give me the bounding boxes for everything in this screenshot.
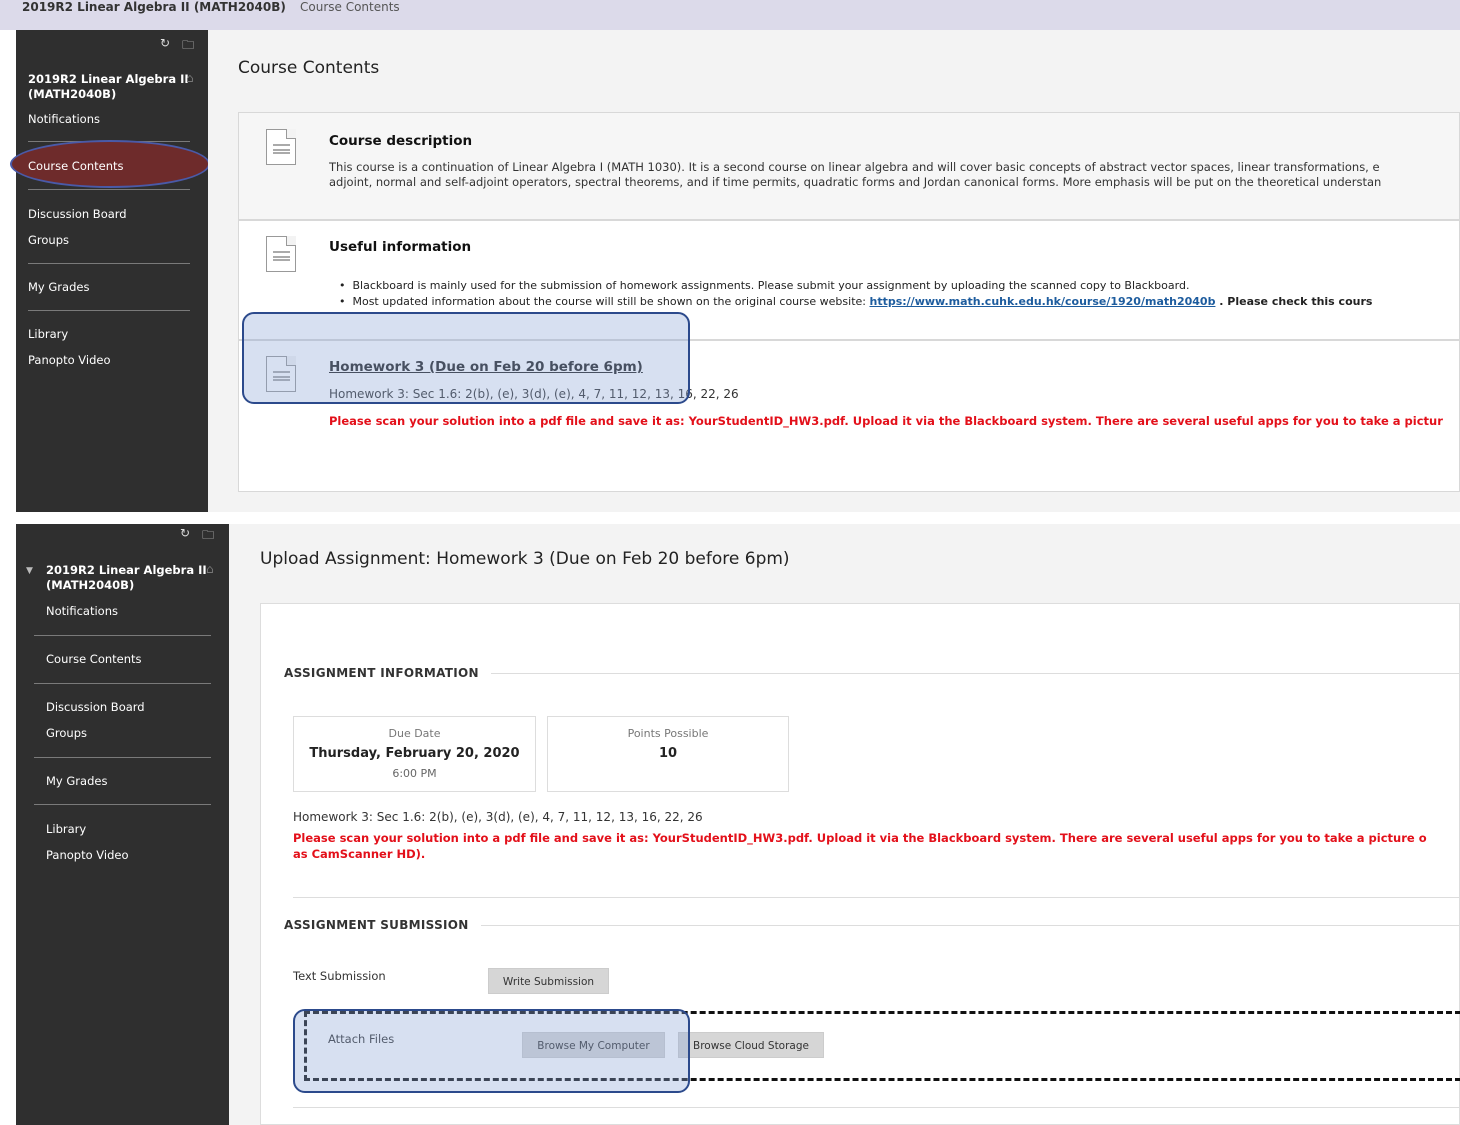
section-divider [293,897,1460,898]
item-description-line2: adjoint, normal and self-adjoint operato… [329,175,1382,189]
refresh-icon[interactable]: ↻ [180,526,190,547]
sidebar-divider [34,635,211,636]
due-date-label: Due Date [388,727,441,740]
sidebar-divider [34,683,211,684]
item-heading[interactable]: Useful information [329,239,471,255]
attach-files-highlight [293,1009,690,1093]
sidebar-item-library[interactable]: Library [28,327,68,341]
home-icon[interactable]: ⌂ [186,71,194,85]
sidebar-item-course-contents[interactable]: Course Contents [28,159,124,173]
sidebar-tools: ↻ 🗀 [160,36,194,57]
upload-form: ASSIGNMENT INFORMATION Due Date Thursday… [260,603,1460,1125]
due-date-value: Thursday, February 20, 2020 [309,746,520,761]
assignment-submission-heading: ASSIGNMENT SUBMISSION [284,918,1460,932]
write-submission-button[interactable]: Write Submission [488,968,609,994]
assignment-instruction-line2: as CamScanner HD). [293,847,426,861]
document-icon [266,236,296,272]
upload-page-title: Upload Assignment: Homework 3 (Due on Fe… [260,549,790,569]
course-title-line1: 2019R2 Linear Algebra II [28,72,189,86]
course-title-line2: (MATH2040B) [46,578,135,592]
sidebar-course-title[interactable]: 2019R2 Linear Algebra II (MATH2040B) [28,72,189,102]
text-submission-label: Text Submission [293,969,386,983]
sidebar-item-library[interactable]: Library [46,822,86,836]
section-divider [293,1107,1460,1108]
sidebar-item-course-contents[interactable]: Course Contents [46,652,142,666]
sidebar-divider [28,189,190,190]
sidebar-item-panopto-video[interactable]: Panopto Video [46,848,129,862]
course-contents-panel: Course Contents Course description This … [208,30,1460,512]
section-rule [490,672,1460,674]
top-breadcrumb-bar: 2019R2 Linear Algebra II (MATH2040B) Cou… [0,0,1460,30]
refresh-icon[interactable]: ↻ [160,36,170,57]
item-heading[interactable]: Course description [329,133,472,149]
sidebar-item-notifications[interactable]: Notifications [46,604,118,618]
sidebar-tools: ↻ 🗀 [180,526,214,547]
assignment-instruction-line1: Please scan your solution into a pdf fil… [293,831,1427,845]
sidebar-item-panopto-video[interactable]: Panopto Video [28,353,111,367]
sidebar-course-title[interactable]: 2019R2 Linear Algebra II (MATH2040B) [46,563,207,593]
bullet-text: Blackboard is mainly used for the submis… [352,279,1190,292]
section-title: ASSIGNMENT INFORMATION [284,666,479,680]
section-rule [480,924,1460,926]
assignment-detail: Homework 3: Sec 1.6: 2(b), (e), 3(d), (e… [293,810,703,824]
due-time-value: 6:00 PM [392,767,437,780]
sidebar-item-groups[interactable]: Groups [28,233,69,247]
folder-icon[interactable]: 🗀 [202,526,214,547]
bullet-text: Most updated information about the cours… [352,295,870,308]
folder-icon[interactable]: 🗀 [182,36,194,57]
sidebar-item-my-grades[interactable]: My Grades [46,774,107,788]
sidebar-item-discussion-board[interactable]: Discussion Board [46,700,145,714]
sidebar-divider [34,804,211,805]
course-title-line2: (MATH2040B) [28,87,117,101]
bullet-item: • Blackboard is mainly used for the subm… [339,279,1190,292]
course-title-line1: 2019R2 Linear Algebra II [46,563,207,577]
due-date-card: Due Date Thursday, February 20, 2020 6:0… [293,716,536,792]
homework-link-highlight [242,312,690,404]
bullet-suffix: . Please check this cours [1215,295,1373,308]
course-menu-sidebar: ↻ 🗀 2019R2 Linear Algebra II (MATH2040B)… [10,30,210,512]
upload-assignment-panel: Upload Assignment: Homework 3 (Due on Fe… [229,524,1460,1125]
points-label: Points Possible [627,727,709,740]
sidebar-item-notifications[interactable]: Notifications [28,112,100,126]
assignment-information-heading: ASSIGNMENT INFORMATION [284,666,1460,680]
sidebar-divider [28,263,190,264]
bullet-item: • Most updated information about the cou… [339,295,1373,308]
sidebar-divider [28,310,190,311]
sidebar-item-groups[interactable]: Groups [46,726,87,740]
sidebar-item-my-grades[interactable]: My Grades [28,280,89,294]
homework-instruction: Please scan your solution into a pdf fil… [329,414,1443,428]
points-value: 10 [658,746,678,761]
useful-info-bullets: • Blackboard is mainly used for the subm… [339,278,1459,310]
page-title: Course Contents [238,58,380,78]
home-icon[interactable]: ⌂ [206,562,214,576]
document-icon [266,129,296,165]
browse-cloud-storage-button[interactable]: Browse Cloud Storage [678,1032,824,1058]
course-menu-sidebar-2: ↻ 🗀 ▼ 2019R2 Linear Algebra II (MATH2040… [16,524,229,1125]
caret-down-icon[interactable]: ▼ [26,566,33,576]
breadcrumb-page[interactable]: Course Contents [300,0,400,14]
item-description-line1: This course is a continuation of Linear … [329,160,1380,174]
sidebar-divider [34,757,211,758]
breadcrumb-course[interactable]: 2019R2 Linear Algebra II (MATH2040B) [22,0,286,14]
course-website-link[interactable]: https://www.math.cuhk.edu.hk/course/1920… [869,295,1215,308]
section-title: ASSIGNMENT SUBMISSION [284,918,469,932]
points-possible-card: Points Possible 10 [547,716,789,792]
sidebar-item-discussion-board[interactable]: Discussion Board [28,207,127,221]
content-item-course-description: Course description This course is a cont… [238,112,1460,220]
